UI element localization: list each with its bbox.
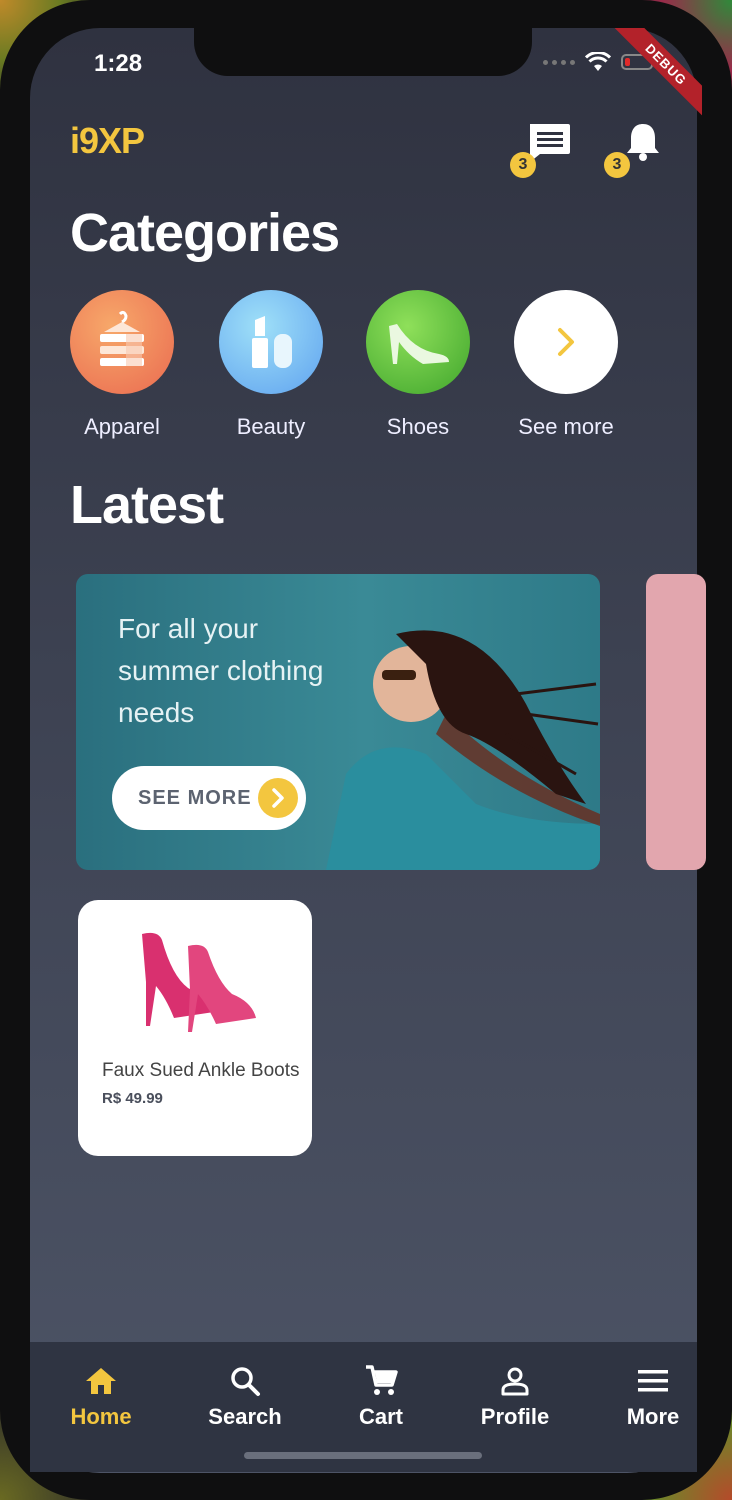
banner-text: For all your summer clothing needs	[118, 613, 324, 728]
search-icon	[190, 1362, 300, 1400]
tab-label: More	[626, 1404, 680, 1429]
category-see-more[interactable]: See more	[514, 290, 618, 440]
device-notch	[194, 28, 532, 76]
menu-icon	[598, 1362, 708, 1400]
latest-title: Latest	[70, 475, 224, 535]
tab-label: Profile	[480, 1404, 550, 1429]
category-label: Shoes	[386, 414, 450, 439]
category-label: Beauty	[236, 414, 306, 439]
app-logo: i9XP	[70, 120, 145, 161]
promo-banner[interactable]: For all your summer clothing needs SEE M…	[76, 574, 600, 870]
tab-search[interactable]: Search	[190, 1362, 300, 1430]
category-shoes[interactable]: Shoes	[366, 290, 470, 440]
status-time: 1:28	[94, 50, 143, 77]
category-label: Apparel	[84, 414, 160, 439]
tab-profile[interactable]: Profile	[460, 1362, 570, 1430]
tab-label: Home	[70, 1404, 132, 1429]
tab-home[interactable]: Home	[46, 1362, 156, 1430]
home-indicator	[244, 1452, 482, 1459]
messages-badge: 3	[510, 152, 536, 178]
lipstick-icon	[219, 290, 323, 394]
apparel-icon	[70, 290, 174, 394]
chevron-right-icon	[514, 290, 618, 394]
ankle-boots-image	[142, 932, 256, 1032]
high-heel-icon	[366, 290, 470, 394]
chevron-right-icon	[258, 778, 298, 818]
category-label: See more	[518, 414, 614, 439]
cart-icon	[326, 1362, 436, 1400]
debug-ribbon: DEBUG	[592, 28, 702, 138]
tab-more[interactable]: More	[598, 1362, 708, 1430]
tab-label: Cart	[358, 1404, 403, 1429]
notifications-badge: 3	[604, 152, 630, 178]
debug-label: DEBUG	[609, 28, 702, 122]
category-apparel[interactable]: Apparel	[70, 290, 174, 440]
banner-photo	[326, 630, 600, 870]
next-banner-preview[interactable]	[646, 574, 706, 870]
profile-icon	[460, 1362, 570, 1400]
messages-button[interactable]: 3	[510, 118, 572, 178]
categories-title: Categories	[70, 203, 340, 263]
see-more-label: SEE MORE	[138, 786, 252, 809]
tab-cart[interactable]: Cart	[326, 1362, 436, 1430]
tab-label: Search	[208, 1404, 282, 1429]
product-card[interactable]: Faux Sued Ankle Boots R$ 49.99	[78, 900, 312, 1156]
product-name: Faux Sued Ankle Boots	[102, 1060, 300, 1081]
see-more-button[interactable]: SEE MORE	[112, 766, 306, 830]
home-icon	[46, 1362, 156, 1400]
category-beauty[interactable]: Beauty	[219, 290, 323, 440]
product-price: R$ 49.99	[102, 1090, 163, 1107]
signal-icon	[543, 59, 575, 65]
